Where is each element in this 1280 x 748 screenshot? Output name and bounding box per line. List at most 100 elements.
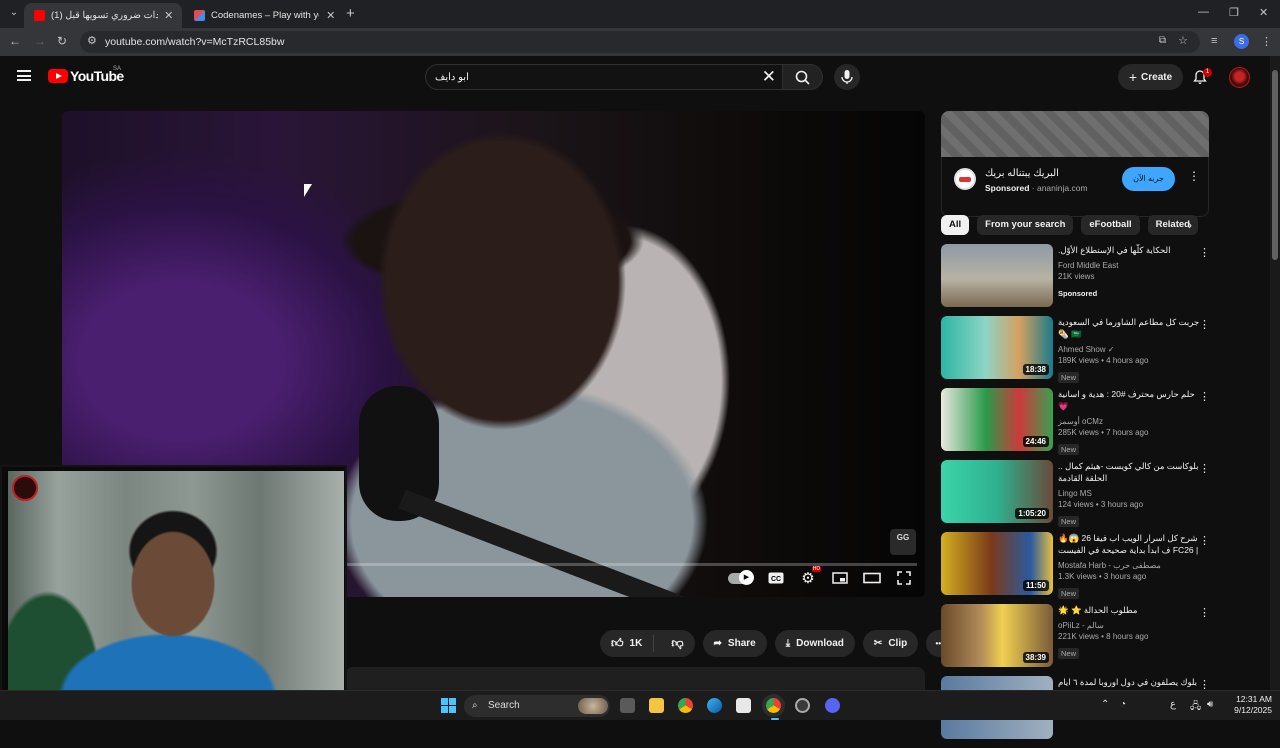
video-thumbnail[interactable]: 24:46	[941, 388, 1053, 451]
voice-search-button[interactable]	[834, 64, 860, 90]
clear-search-icon[interactable]: ✕	[762, 67, 776, 87]
create-button[interactable]: + Create	[1118, 64, 1183, 90]
tab-search-icon[interactable]: ⌄	[6, 5, 22, 21]
recommendation-item[interactable]: 24:46 حلم حارس محترف #20 : هدية و اسانية …	[941, 388, 1210, 460]
recommendation-item[interactable]: 38:39 مطلوب الحدالة ⭐ 🌟 oPiiLz - سالم 221K …	[941, 604, 1210, 676]
video-thumbnail[interactable]: 11:50	[941, 532, 1053, 595]
channel-name[interactable]: Mostafa Harb - مصطفى حرب	[1058, 560, 1200, 571]
fullscreen-button[interactable]	[895, 570, 913, 586]
edge-icon[interactable]	[707, 698, 722, 713]
video-title[interactable]: مطلوب الحدالة ⭐ 🌟	[1058, 604, 1200, 616]
chip-efootball[interactable]: eFootball	[1081, 215, 1140, 235]
channel-name[interactable]: Lingo MS	[1058, 488, 1200, 499]
chip-all[interactable]: All	[941, 215, 970, 235]
system-clock[interactable]: 12:31 AM 9/12/2025	[1222, 694, 1272, 716]
clip-label: Clip	[888, 638, 908, 649]
chip-from-your-search[interactable]: From your search	[977, 215, 1074, 235]
keyboard-language[interactable]: ع	[1170, 699, 1176, 710]
search-button[interactable]	[783, 64, 823, 90]
volume-icon[interactable]: 🔊︎	[1207, 699, 1213, 710]
recommendation-item[interactable]: 18:38 جربت كل مطاعم الشاورما في السعودية …	[941, 316, 1210, 388]
recommendation-item[interactable]: 1:05:20 بلوكاست من كالي كويست -هيثم كمال …	[941, 460, 1210, 532]
tab-youtube[interactable]: (1) اعدادات ضروري تسويها قبل ... ✕	[24, 3, 182, 28]
more-vert-icon[interactable]: ⋮	[1199, 246, 1210, 259]
video-thumbnail[interactable]: 38:39	[941, 604, 1053, 667]
tray-overflow-icon[interactable]: ⌃	[1101, 699, 1109, 710]
download-button[interactable]: ⤓ Download	[774, 630, 855, 657]
new-tab-button[interactable]: +	[346, 5, 355, 22]
file-explorer-icon[interactable]	[649, 698, 664, 713]
windows-start-icon[interactable]	[441, 698, 456, 713]
more-vert-icon[interactable]: ⋮	[1199, 390, 1210, 403]
video-thumbnail[interactable]: 18:38	[941, 316, 1053, 379]
network-icon[interactable]: 🖧︎	[1190, 699, 1201, 716]
more-vert-icon[interactable]: ⋮	[1199, 606, 1210, 619]
video-title[interactable]: شرح كل اسرار الويب اب فيفا 26 😱🔥 | FC26 …	[1058, 532, 1200, 556]
back-arrow-icon[interactable]: ←	[9, 34, 21, 48]
more-vert-icon[interactable]: ⋮	[1199, 462, 1210, 475]
chrome-active-icon[interactable]	[766, 698, 781, 713]
video-title[interactable]: حلم حارس محترف #20 : هدية و اسانية 💗	[1058, 388, 1200, 412]
more-vert-icon[interactable]: ⋮	[1199, 318, 1210, 331]
video-title[interactable]: بلوكاست من كالي كويست -هيثم كمال .. الحل…	[1058, 460, 1200, 484]
forward-arrow-icon[interactable]: →	[34, 34, 46, 48]
discord-icon[interactable]	[825, 698, 840, 713]
close-window-button[interactable]: ✕	[1259, 6, 1268, 19]
ad-banner-image[interactable]	[941, 111, 1209, 157]
video-title[interactable]: بلوك يصلفون في دول اوروبا لمدة ٦ ايام	[1058, 676, 1200, 688]
install-app-icon[interactable]: ⧉	[1159, 35, 1166, 46]
miniplayer-button[interactable]	[831, 570, 849, 586]
wifi-icon[interactable]: ◔	[1120, 699, 1126, 710]
video-thumbnail[interactable]	[941, 244, 1053, 307]
tab-codenames[interactable]: Codenames – Play with your Fr... ✕	[184, 3, 344, 28]
video-title[interactable]: الحكاية كلّها في الإستطلاع الأوّل.	[1058, 244, 1200, 256]
share-label: Share	[727, 638, 756, 649]
settings-button[interactable]: ⚙ HD	[799, 566, 821, 587]
ad-cta-button[interactable]: جربه الآن	[1122, 167, 1175, 191]
address-bar[interactable]: ⚙ youtube.com/watch?v=McTzRCL85bw ⧉ ☆	[80, 31, 1200, 53]
channel-name[interactable]: أوسمز oCMz	[1058, 416, 1200, 427]
site-info-icon[interactable]: ⚙	[87, 34, 97, 47]
close-tab-icon[interactable]: ✕	[325, 9, 336, 22]
youtube-logo-icon[interactable]	[48, 69, 68, 83]
tab-search-list-icon[interactable]: ≡	[1211, 35, 1217, 47]
chips-next-arrow-icon[interactable]: ›	[1188, 218, 1192, 232]
chrome-menu-icon[interactable]: ⋮	[1261, 35, 1272, 48]
video-thumbnail[interactable]: 1:05:20	[941, 460, 1053, 523]
channel-name[interactable]: oPiiLz - سالم	[1058, 620, 1200, 631]
restore-button[interactable]: ❐	[1229, 6, 1239, 19]
sponsored-ad-card[interactable]: البريك يبتناله بريك Sponsored · ananinja…	[941, 157, 1209, 217]
channel-name[interactable]: Ford Middle East	[1058, 260, 1200, 271]
more-vert-icon[interactable]: ⋮	[1199, 534, 1210, 547]
share-button[interactable]: ➦ Share	[702, 630, 767, 657]
recommendation-item[interactable]: 11:50 شرح كل اسرار الويب اب فيفا 26 😱🔥 | …	[941, 532, 1210, 604]
recommendation-item[interactable]: الحكاية كلّها في الإستطلاع الأوّل. Ford M…	[941, 244, 1210, 316]
video-title[interactable]: جربت كل مطاعم الشاورما في السعودية 🇸🇦 🌯	[1058, 316, 1200, 340]
ad-more-icon[interactable]: ⋮	[1188, 169, 1200, 183]
captions-button[interactable]: CC	[767, 570, 785, 586]
autoplay-toggle[interactable]	[727, 569, 754, 586]
account-avatar[interactable]	[1229, 67, 1250, 88]
minimize-button[interactable]: —	[1198, 6, 1209, 18]
app-icon[interactable]	[795, 698, 810, 713]
chrome-icon[interactable]	[678, 698, 693, 713]
scrollbar-thumb[interactable]	[1272, 70, 1278, 260]
hamburger-menu-icon[interactable]	[17, 70, 31, 81]
dislike-button[interactable]: 👎︎	[660, 636, 694, 651]
clip-button[interactable]: ✂ Clip	[862, 630, 919, 657]
search-input[interactable]: ابو دايف ✕	[425, 64, 783, 90]
clock-time: 12:31 AM	[1236, 694, 1272, 704]
page-scrollbar[interactable]	[1270, 56, 1280, 690]
channel-name[interactable]: Ahmed Show ✓	[1058, 344, 1200, 355]
reload-icon[interactable]: ↻	[57, 34, 67, 48]
task-view-icon[interactable]	[620, 698, 635, 713]
description-box[interactable]	[345, 667, 925, 690]
close-tab-icon[interactable]: ✕	[164, 9, 174, 22]
profile-avatar[interactable]: S	[1234, 34, 1249, 49]
theater-mode-button[interactable]	[863, 570, 881, 586]
channel-watermark[interactable]: GG	[890, 529, 916, 555]
bookmark-star-icon[interactable]: ☆	[1178, 34, 1188, 47]
like-button[interactable]: 👍︎ 1K	[600, 635, 655, 652]
taskbar-search[interactable]: ⌕ Search	[464, 695, 610, 717]
store-icon[interactable]	[736, 698, 751, 713]
